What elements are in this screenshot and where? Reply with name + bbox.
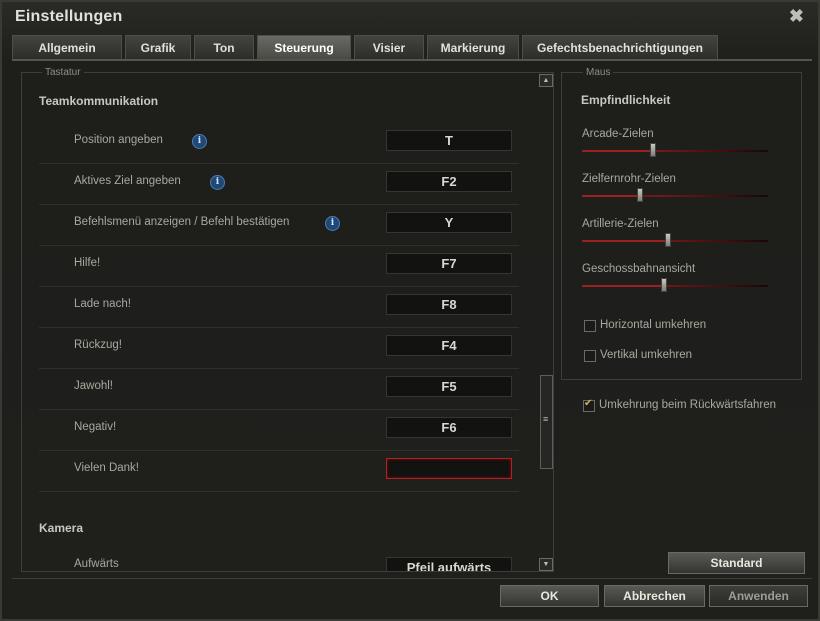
- keybind-label: Aufwärts: [74, 558, 119, 570]
- scroll-grip-icon: ≡: [543, 414, 549, 424]
- scroll-thumb[interactable]: ≡: [540, 375, 553, 469]
- keybind-row: Befehlsmenü anzeigen / Befehl bestätigen…: [39, 204, 519, 246]
- scroll-down-icon[interactable]: ▼: [539, 558, 553, 571]
- keybind-row: Hilfe! F7: [39, 245, 519, 287]
- sensitivity-slider[interactable]: [582, 233, 768, 247]
- sensitivity-slider[interactable]: [582, 278, 768, 292]
- keybind-row: Negativ! F6: [39, 409, 519, 451]
- close-icon[interactable]: ✖: [789, 6, 804, 27]
- keybind-row: Vielen Dank!: [39, 450, 519, 492]
- tab-markierung[interactable]: Markierung: [427, 35, 519, 59]
- keybind-row: Jawohl! F5: [39, 368, 519, 410]
- slider-label: Artillerie-Zielen: [582, 218, 659, 230]
- standard-button[interactable]: Standard: [668, 552, 805, 574]
- slider-thumb[interactable]: [660, 278, 667, 292]
- info-icon[interactable]: i: [210, 175, 225, 190]
- slider-thumb[interactable]: [636, 188, 643, 202]
- keybind-field[interactable]: F6: [386, 417, 512, 438]
- slider-fill: [582, 195, 640, 197]
- keybind-row: Aufwärts Pfeil aufwärts: [39, 549, 519, 571]
- sensitivity-slider[interactable]: [582, 188, 768, 202]
- mouse-legend: Maus: [583, 67, 614, 78]
- ok-button[interactable]: OK: [500, 585, 599, 607]
- keybind-field[interactable]: F2: [386, 171, 512, 192]
- sensitivity-slider[interactable]: [582, 143, 768, 157]
- keybind-label: Lade nach!: [74, 298, 131, 310]
- section-title-team: Teamkommunikation: [39, 94, 159, 108]
- keybind-label: Vielen Dank!: [74, 462, 139, 474]
- info-icon[interactable]: i: [325, 216, 340, 231]
- keybind-field[interactable]: Y: [386, 212, 512, 233]
- keybind-field[interactable]: F7: [386, 253, 512, 274]
- mouse-panel: Empfindlichkeit Arcade-Zielen Zielfernroh…: [561, 72, 802, 380]
- keyboard-scrollbar[interactable]: ▲ ≡ ▼: [539, 73, 553, 571]
- keybind-field[interactable]: [386, 458, 512, 479]
- keyboard-legend: Tastatur: [42, 67, 84, 78]
- checkbox-label: Vertikal umkehren: [600, 349, 693, 361]
- slider-fill: [582, 240, 668, 242]
- keybind-row: Rückzug! F4: [39, 327, 519, 369]
- keybind-field[interactable]: F5: [386, 376, 512, 397]
- section-title-camera: Kamera: [39, 521, 84, 535]
- keybind-label: Jawohl!: [74, 380, 113, 392]
- section-title-sensitivity: Empfindlichkeit: [581, 93, 671, 107]
- slider-label: Geschossbahnansicht: [582, 263, 696, 275]
- checkbox-label: Horizontal umkehren: [600, 319, 707, 331]
- keybind-label: Negativ!: [74, 421, 117, 433]
- slider-label: Arcade-Zielen: [582, 128, 654, 140]
- slider-fill: [582, 285, 664, 287]
- cancel-button[interactable]: Abbrechen: [604, 585, 705, 607]
- keybind-label: Position angeben: [74, 134, 163, 146]
- scroll-up-icon[interactable]: ▲: [539, 74, 553, 87]
- slider-thumb[interactable]: [664, 233, 671, 247]
- keybind-field[interactable]: F4: [386, 335, 512, 356]
- tab-visier[interactable]: Visier: [354, 35, 424, 59]
- keyboard-panel: Teamkommunikation Kamera ▲ ≡ ▼ Position …: [21, 72, 554, 572]
- settings-window: Einstellungen ✖ Allgemein Grafik Ton Steuer…: [0, 0, 820, 621]
- keybind-label: Aktives Ziel angeben: [74, 175, 181, 187]
- slider-fill: [582, 150, 653, 152]
- reverse-driving-checkbox[interactable]: [583, 398, 595, 412]
- tab-allgemein[interactable]: Allgemein: [12, 35, 122, 59]
- keybind-field[interactable]: F8: [386, 294, 512, 315]
- title-bar: Einstellungen ✖: [2, 2, 818, 32]
- keybind-field[interactable]: Pfeil aufwärts: [386, 557, 512, 571]
- keybind-row: Position angeben i T: [39, 122, 519, 164]
- keybind-label: Hilfe!: [74, 257, 101, 269]
- keybind-row: Lade nach! F8: [39, 286, 519, 328]
- tab-grafik[interactable]: Grafik: [125, 35, 191, 59]
- apply-button[interactable]: Anwenden: [709, 585, 808, 607]
- keybind-field[interactable]: T: [386, 130, 512, 151]
- keybind-row: Aktives Ziel angeben i F2: [39, 163, 519, 205]
- tab-underline: [12, 59, 812, 61]
- tab-steuerung[interactable]: Steuerung: [257, 35, 351, 59]
- invert-checkbox[interactable]: [584, 320, 596, 332]
- window-title: Einstellungen: [15, 8, 123, 25]
- tab-bar: Allgemein Grafik Ton Steuerung Visier Markier…: [12, 35, 721, 59]
- keybind-label: Rückzug!: [74, 339, 122, 351]
- keybind-label: Befehlsmenü anzeigen / Befehl bestätigen: [74, 216, 290, 228]
- invert-checkbox[interactable]: [584, 350, 596, 362]
- reverse-driving-label: Umkehrung beim Rückwärtsfahren: [599, 399, 777, 411]
- slider-thumb[interactable]: [649, 143, 656, 157]
- footer-divider: [12, 578, 812, 579]
- slider-label: Zielfernrohr-Zielen: [582, 173, 676, 185]
- info-icon[interactable]: i: [192, 134, 207, 149]
- tab-gefechtsbenachrichtigungen[interactable]: Gefechtsbenachrichtigungen: [522, 35, 718, 59]
- tab-ton[interactable]: Ton: [194, 35, 254, 59]
